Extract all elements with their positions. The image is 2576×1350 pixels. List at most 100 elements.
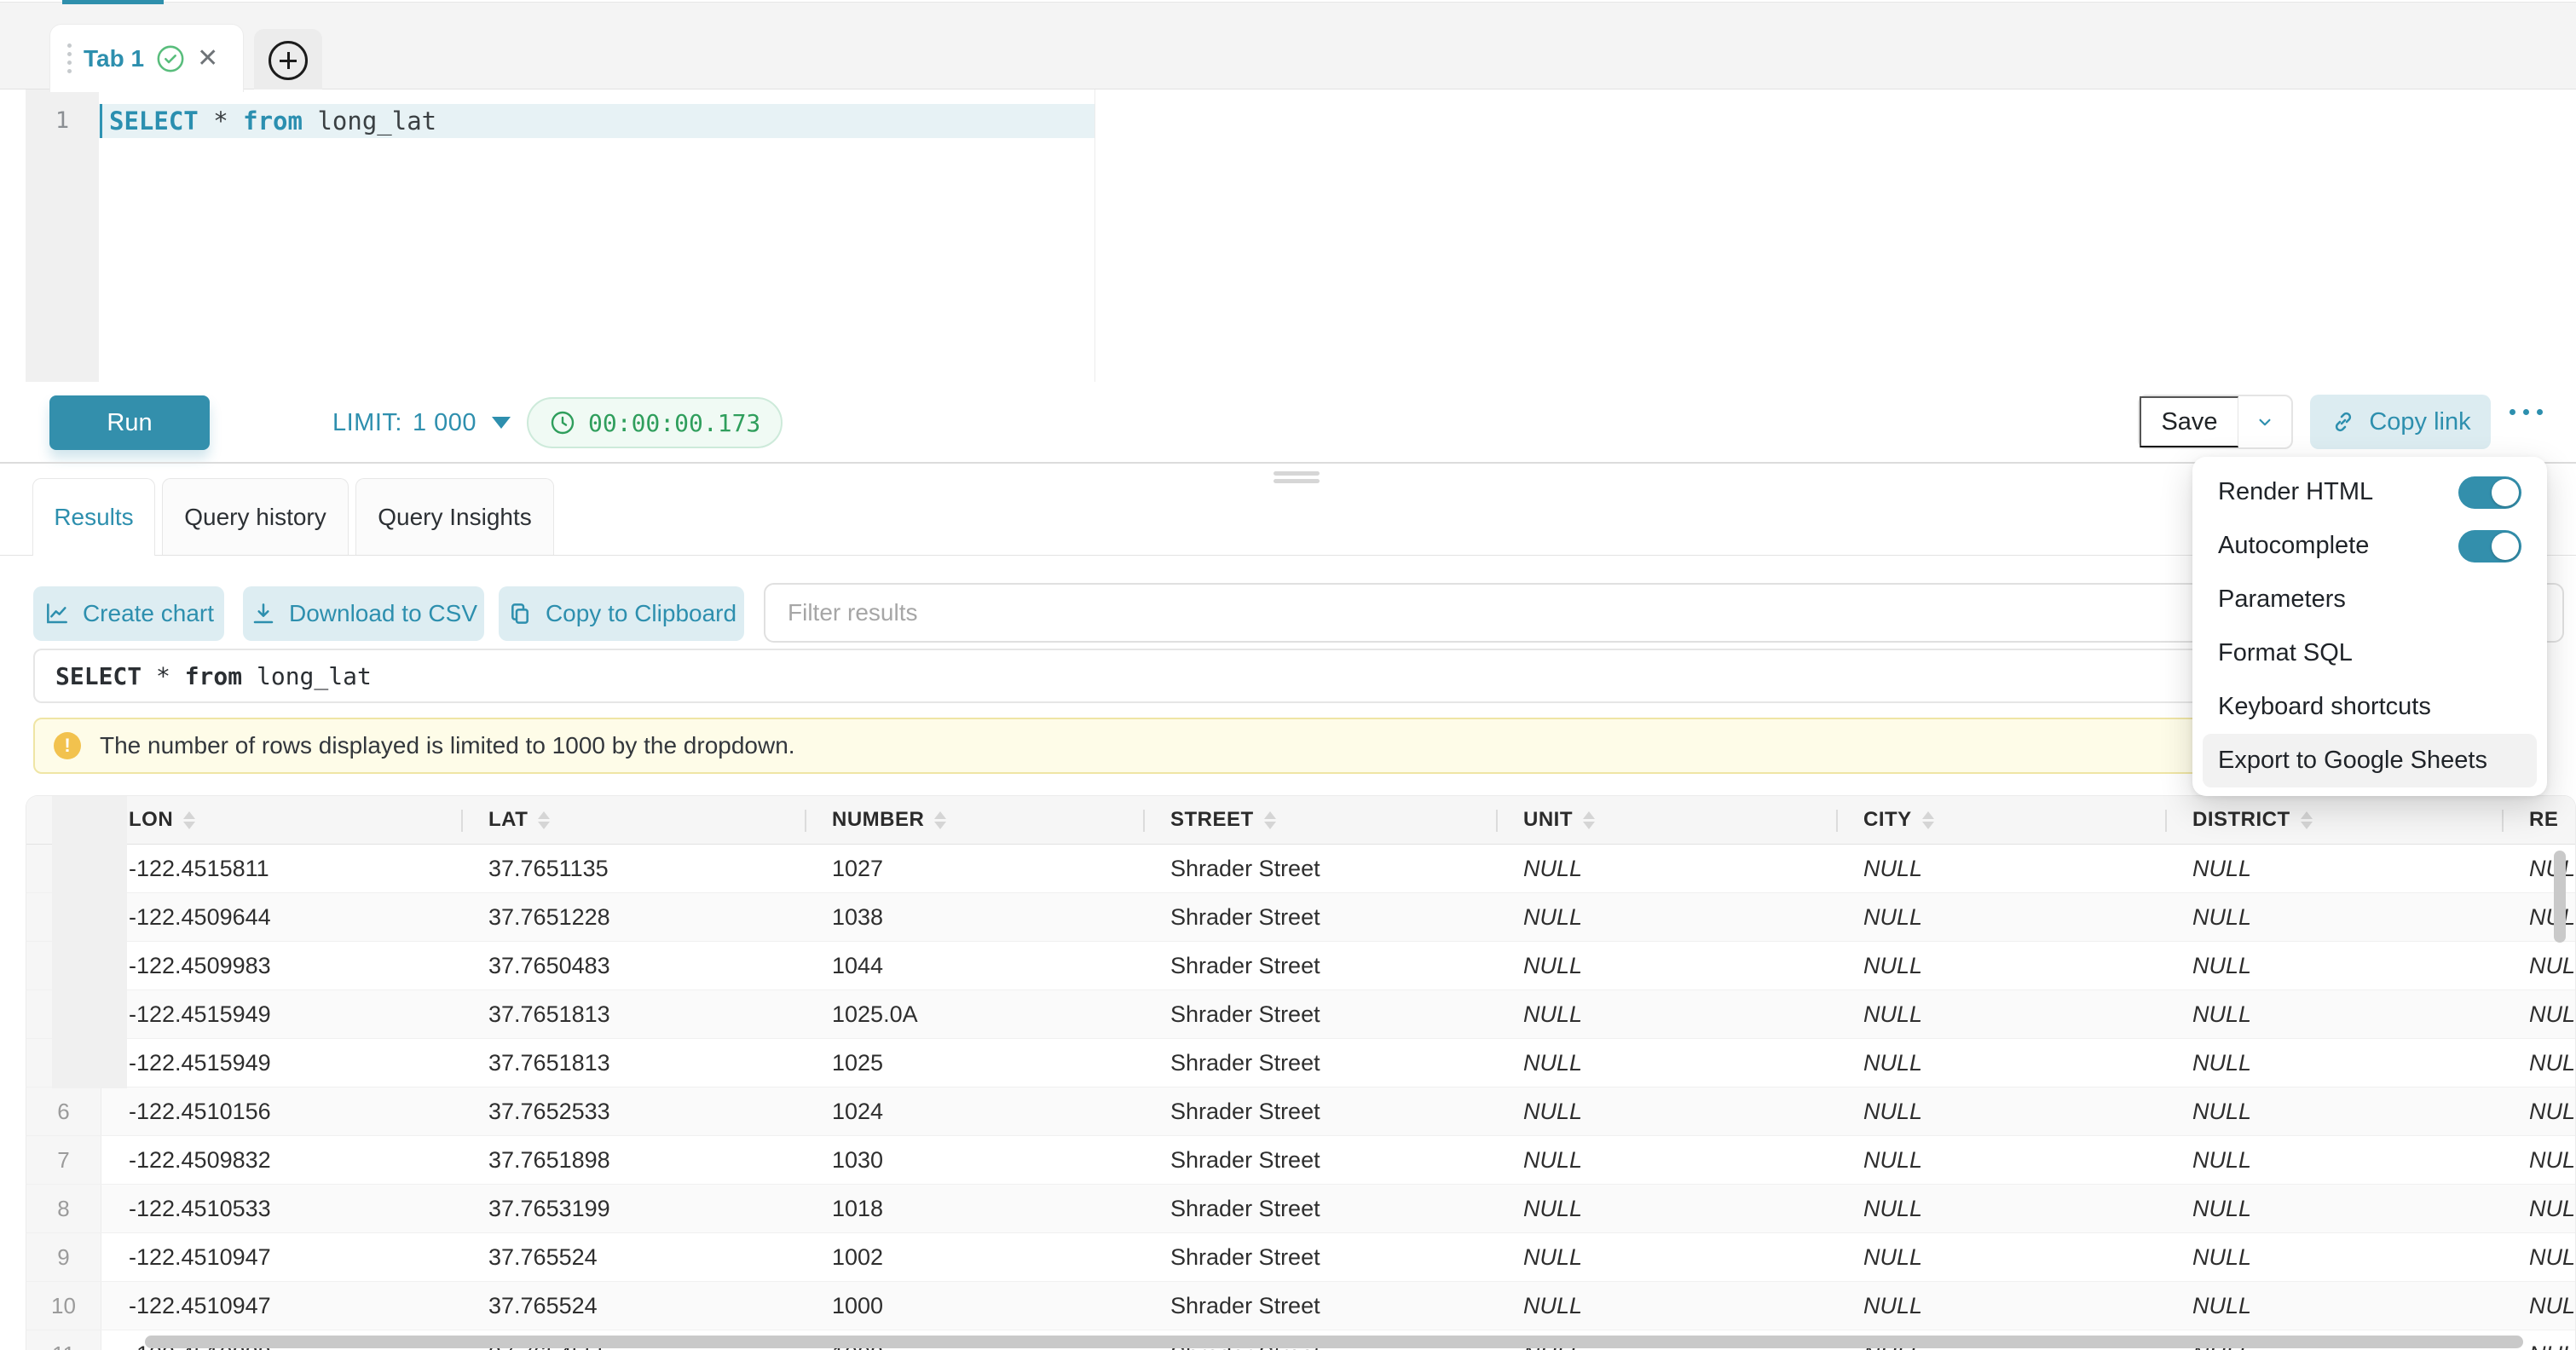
sql-editor[interactable]: 1 SELECT*fromlong_lat — [0, 89, 2576, 382]
table-cell: -122.4509832 — [101, 1136, 461, 1184]
column-header-re[interactable]: RE — [2502, 796, 2576, 844]
table-cell: NULL — [1496, 1233, 1836, 1281]
menu-item-label: Keyboard shortcuts — [2218, 693, 2431, 721]
overflow-menu: Render HTMLAutocomplete Parameters Format … — [2192, 457, 2547, 796]
editor-active-line[interactable]: SELECT*fromlong_lat — [99, 104, 1095, 138]
copy-icon — [506, 600, 534, 627]
table-cell: Shrader Street — [1143, 1136, 1496, 1184]
menu-item-parameters[interactable]: Parameters — [2192, 573, 2547, 626]
table-cell: NULL — [2165, 845, 2502, 892]
table-row: 10-122.451094737.7655241000Shrader Stree… — [26, 1282, 2575, 1330]
table-cell: 37.7651135 — [461, 845, 805, 892]
table-cell: 1025 — [805, 1039, 1143, 1087]
menu-item-render-html[interactable]: Render HTML — [2192, 465, 2547, 519]
table-cell: NULL — [2502, 1185, 2576, 1232]
download-csv-button[interactable]: Download to CSV — [243, 586, 484, 641]
row-number: 10 — [26, 1282, 101, 1330]
sort-icon[interactable] — [183, 811, 195, 829]
table-cell: NULL — [2165, 1233, 2502, 1281]
menu-item-export-to-google-sheets[interactable]: Export to Google Sheets — [2203, 734, 2537, 788]
limit-value: 1 000 — [413, 409, 477, 437]
table-cell: 1044 — [805, 942, 1143, 989]
table-cell: -122.4509983 — [101, 942, 461, 989]
drag-handle-icon[interactable] — [67, 43, 72, 73]
column-header-number[interactable]: NUMBER — [805, 796, 1143, 844]
query-duration-badge: 00:00:00.173 — [527, 397, 783, 448]
column-header-label: LAT — [488, 808, 528, 832]
copy-link-button[interactable]: Copy link — [2310, 395, 2491, 449]
download-csv-label: Download to CSV — [289, 600, 477, 627]
column-header-label: STREET — [1170, 808, 1254, 832]
table-header: LON LAT NUMBER STREET UNITCITY DISTRICT RE — [26, 796, 2575, 845]
more-options-button[interactable] — [2510, 409, 2543, 415]
add-tab-icon[interactable] — [269, 41, 308, 80]
run-button[interactable]: Run — [49, 395, 210, 450]
table-cell: Shrader Street — [1143, 990, 1496, 1038]
pane-resize-handle[interactable] — [1274, 471, 1320, 487]
table-cell: Shrader Street — [1143, 1088, 1496, 1135]
sort-icon[interactable] — [2301, 811, 2313, 829]
column-header-lon[interactable]: LON — [101, 796, 461, 844]
table-cell: 37.7651898 — [461, 1136, 805, 1184]
sort-icon[interactable] — [1264, 811, 1276, 829]
column-header-street[interactable]: STREET — [1143, 796, 1496, 844]
row-number: 9 — [26, 1233, 101, 1281]
column-header-city[interactable]: CITY — [1836, 796, 2165, 844]
table-cell: NULL — [2165, 942, 2502, 989]
save-split-button: Save — [2138, 395, 2293, 449]
create-chart-button[interactable]: Create chart — [33, 586, 224, 641]
tab-query-history[interactable]: Query history — [162, 478, 349, 555]
line-number: 1 — [26, 104, 99, 138]
save-options-button[interactable] — [2238, 396, 2291, 447]
query-tab-bar: Tab 1 ✕ — [0, 2, 2576, 89]
query-tab[interactable]: Tab 1 ✕ — [49, 24, 244, 92]
copy-link-label: Copy link — [2369, 408, 2470, 436]
sort-icon[interactable] — [1583, 811, 1595, 829]
table-cell: NULL — [2165, 1282, 2502, 1330]
table-row: 6-122.451015637.76525331024Shrader Stree… — [26, 1088, 2575, 1136]
menu-item-keyboard-shortcuts[interactable]: Keyboard shortcuts — [2192, 680, 2547, 734]
table-cell: NULL — [1496, 1136, 1836, 1184]
limit-dropdown[interactable]: LIMIT: 1 000 — [332, 395, 511, 450]
column-header-district[interactable]: DISTRICT — [2165, 796, 2502, 844]
sort-icon[interactable] — [934, 811, 946, 829]
table-row: 7-122.450983237.76518981030Shrader Stree… — [26, 1136, 2575, 1185]
table-cell: NULL — [2502, 1088, 2576, 1135]
table-row: 8-122.451053337.76531991018Shrader Stree… — [26, 1185, 2575, 1233]
table-cell: 1025.0A — [805, 990, 1143, 1038]
table-cell: 1018 — [805, 1185, 1143, 1232]
table-body: 1-122.451581137.76511351027Shrader Stree… — [26, 845, 2575, 1350]
tab-query-insights[interactable]: Query Insights — [355, 478, 554, 555]
table-cell: NULL — [1836, 1185, 2165, 1232]
column-header-label: DISTRICT — [2192, 808, 2290, 832]
table-row: 9-122.451094737.7655241002Shrader Street… — [26, 1233, 2575, 1282]
table-cell: NULL — [2165, 1088, 2502, 1135]
column-header-label: LON — [129, 808, 173, 832]
menu-item-format-sql[interactable]: Format SQL — [2192, 626, 2547, 680]
toggle-switch[interactable] — [2458, 530, 2521, 562]
sort-icon[interactable] — [1922, 811, 1934, 829]
copy-clipboard-button[interactable]: Copy to Clipboard — [499, 586, 744, 641]
table-cell: Shrader Street — [1143, 1282, 1496, 1330]
column-header-lat[interactable]: LAT — [461, 796, 805, 844]
column-header-unit[interactable]: UNIT — [1496, 796, 1836, 844]
table-cell: 1024 — [805, 1088, 1143, 1135]
table-cell: NULL — [1836, 893, 2165, 941]
new-tab-area[interactable] — [254, 29, 322, 92]
row-number: 6 — [26, 1088, 101, 1135]
table-cell: 1030 — [805, 1136, 1143, 1184]
toggle-switch[interactable] — [2458, 476, 2521, 509]
sort-icon[interactable] — [538, 811, 550, 829]
save-button[interactable]: Save — [2140, 396, 2238, 447]
table-cell: NULL — [1836, 942, 2165, 989]
menu-item-label: Parameters — [2218, 586, 2346, 614]
close-tab-icon[interactable]: ✕ — [197, 46, 218, 72]
table-cell: -122.4510947 — [101, 1282, 461, 1330]
link-icon — [2330, 408, 2357, 436]
menu-item-autocomplete[interactable]: Autocomplete — [2192, 519, 2547, 573]
horizontal-scrollbar[interactable] — [145, 1336, 2523, 1348]
tab-results[interactable]: Results — [32, 478, 155, 556]
table-cell: 37.7651813 — [461, 1039, 805, 1087]
vertical-scrollbar[interactable] — [2554, 851, 2566, 943]
table-cell: 37.765524 — [461, 1282, 805, 1330]
